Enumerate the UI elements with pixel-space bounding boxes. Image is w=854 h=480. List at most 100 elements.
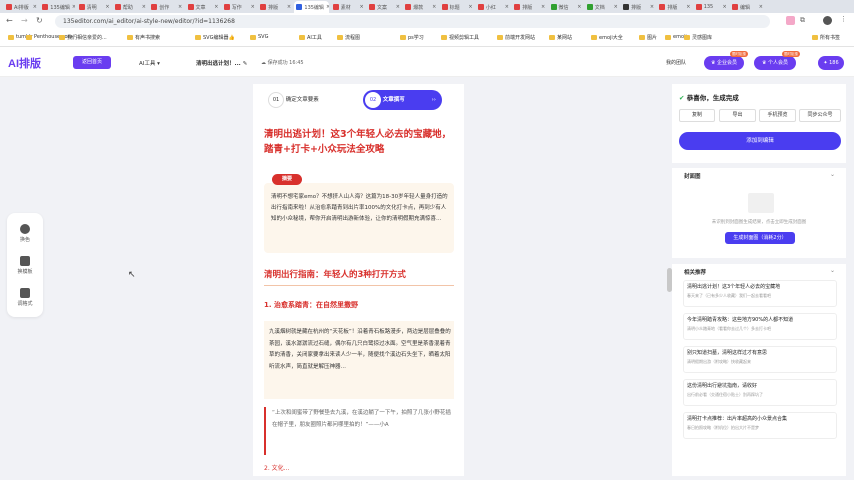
chevron-down-icon[interactable]: ⌄ <box>830 171 835 178</box>
quote-block[interactable]: “上次和闺蜜带了野餐垫去九溪，在溪边躺了一下午，拍照了几张小野花插在帽子里，朋友… <box>264 407 454 455</box>
chevron-down-icon[interactable]: ⌄ <box>830 267 835 274</box>
back-home-button[interactable]: 返回首页 <box>73 56 111 69</box>
browser-tab[interactable]: 排版 × <box>258 1 293 13</box>
browser-tab[interactable]: 帮助 × <box>113 1 148 13</box>
section-divider <box>264 285 454 286</box>
reload-icon[interactable]: ↻ <box>36 16 43 25</box>
sync-wechat-tab[interactable]: 同步公众号 <box>799 109 841 122</box>
next-heading[interactable]: 2. 文化… <box>264 463 290 472</box>
browser-tab[interactable]: Ai排版 × <box>4 1 39 13</box>
scrollbar[interactable] <box>667 268 672 292</box>
back-icon[interactable]: ← <box>6 16 13 25</box>
step-1[interactable]: 01 确定文章要素 <box>268 90 353 110</box>
browser-tab[interactable]: 排版 × <box>512 1 547 13</box>
related-card[interactable]: 这份清明出行避坑指南，请收好 出行前必看（交通住宿小贴士）别再踩坑了 <box>683 379 837 406</box>
tool-recolor[interactable]: 换色 <box>7 224 43 243</box>
close-icon[interactable]: × <box>105 4 111 10</box>
ai-tools-menu[interactable]: AI工具 ▾ <box>139 59 160 67</box>
browser-tab[interactable]: 135编辑 × <box>294 1 330 13</box>
sub-heading[interactable]: 1. 治愈系踏青：在自然里撒野 <box>264 300 358 310</box>
bookmark-item[interactable]: 有声书搜索 <box>127 34 160 41</box>
favicon-icon <box>732 4 738 10</box>
bookmark-item[interactable]: 我们相信亲爱的... <box>59 34 107 41</box>
bookmark-item[interactable]: SVG编辑器👍 <box>195 34 235 41</box>
close-icon[interactable]: × <box>326 4 329 10</box>
extension-icon[interactable] <box>786 16 795 25</box>
close-icon[interactable]: × <box>396 4 402 10</box>
browser-tab[interactable]: 素材 × <box>331 1 366 13</box>
doc-title[interactable]: 清明出逃计划！... ✎ <box>196 59 247 67</box>
add-to-editor-button[interactable]: 添加到编辑 <box>679 132 841 150</box>
close-icon[interactable]: × <box>178 4 184 10</box>
close-icon[interactable]: × <box>722 4 728 10</box>
copy-tab[interactable]: 复制 <box>679 109 715 122</box>
browser-tab[interactable]: 文档 × <box>585 1 620 13</box>
close-icon[interactable]: × <box>72 4 75 10</box>
bookmark-item[interactable]: SVG <box>250 34 268 40</box>
browser-tab[interactable]: 文案 × <box>367 1 402 13</box>
section-heading[interactable]: 清明出行指南：年轻人的3种打开方式 <box>264 268 456 280</box>
browser-tab[interactable]: 爆款 × <box>403 1 438 13</box>
browser-tab[interactable]: 微信 × <box>549 1 584 13</box>
related-card[interactable]: 清明出逃计划！这3个年轻人必去的宝藏地 春天来了（已有多少人收藏）我们一起去看看吧 <box>683 280 837 307</box>
app-logo[interactable]: AI排版 <box>8 55 41 71</box>
related-card[interactable]: 今年清明踏青攻略：这些地方90%的人都不知道 清明小众踏青地（看看你去过几个）多去… <box>683 313 837 340</box>
mobile-preview-tab[interactable]: 手机预览 <box>759 109 796 122</box>
menu-icon[interactable]: ⋮ <box>840 15 847 23</box>
close-icon[interactable]: × <box>142 4 148 10</box>
close-icon[interactable]: × <box>432 4 438 10</box>
browser-tab[interactable]: 文章 × <box>186 1 221 13</box>
close-icon[interactable]: × <box>359 4 365 10</box>
enterprise-member-button[interactable]: ♛ 企业会员 <box>704 56 744 70</box>
bookmark-item[interactable]: 流程图 <box>337 34 360 41</box>
close-icon[interactable]: × <box>287 4 293 10</box>
close-icon[interactable]: × <box>650 4 656 10</box>
bookmark-item[interactable]: 灵感图库 <box>684 34 712 41</box>
step-2[interactable]: 02 文章撰写 ›› <box>363 90 442 110</box>
close-icon[interactable]: × <box>614 4 620 10</box>
close-icon[interactable]: × <box>686 4 692 10</box>
browser-tab[interactable]: 创作 × <box>149 1 184 13</box>
related-card[interactable]: 清明打卡点推荐：出片率超高的小众景点合集 春日拍照攻略（附机位）拍出大片不是梦 <box>683 412 837 439</box>
browser-tab[interactable]: 写作 × <box>222 1 257 13</box>
close-icon[interactable]: × <box>541 4 547 10</box>
bookmark-item[interactable]: 某网站 <box>549 34 572 41</box>
tool-template[interactable]: 换模板 <box>7 256 43 275</box>
bookmark-item[interactable]: emoji大全 <box>591 34 623 41</box>
profile-avatar[interactable] <box>823 16 832 25</box>
close-icon[interactable]: × <box>33 4 39 10</box>
all-bookmarks[interactable]: 所有书签 <box>812 34 840 41</box>
close-icon[interactable]: × <box>251 4 257 10</box>
close-icon[interactable]: × <box>505 4 511 10</box>
close-icon[interactable]: × <box>577 4 583 10</box>
abstract-text[interactable]: 清明不想宅家emo？不想挤人山人海？这篇为18-30岁年轻人量身打造的出行指南来… <box>271 192 450 225</box>
related-card[interactable]: 别只知道扫墓，清明这样过才有意思 清明假期出游（附攻略）快收藏起来 <box>683 346 837 373</box>
browser-tab[interactable]: 标题 × <box>440 1 475 13</box>
coin-balance[interactable]: ✦ 186 <box>818 56 844 70</box>
paragraph-text[interactable]: 九溪烟树就是藏在杭州的“天花板”！沿着青石板路漫步，两边是层层叠叠的茶园，溪水潺… <box>269 327 452 373</box>
close-icon[interactable]: × <box>759 4 765 10</box>
article-title[interactable]: 清明出逃计划！这3个年轻人必去的宝藏地，踏青+打卡+小众玩法全攻略 <box>264 127 456 157</box>
my-team-link[interactable]: 我的团队 <box>666 59 686 66</box>
extensions-puzzle-icon[interactable]: ⧉ <box>800 16 805 25</box>
browser-tab[interactable]: 小红 × <box>476 1 511 13</box>
export-tab[interactable]: 导出 <box>719 109 756 122</box>
bookmark-item[interactable]: 前端开发网站 <box>497 34 535 41</box>
browser-tab[interactable]: 清明 × <box>77 1 112 13</box>
bookmark-item[interactable]: 视频剪辑工具 <box>441 34 479 41</box>
forward-icon[interactable]: → <box>21 16 28 25</box>
bookmark-item[interactable]: 图片 <box>639 34 657 41</box>
url-field[interactable]: 135editor.com/ai_editor/ai-style-new/edi… <box>55 15 770 28</box>
browser-tab[interactable]: 排版 × <box>657 1 692 13</box>
browser-tab[interactable]: 编辑 × <box>730 1 765 13</box>
browser-tab[interactable]: 135编辑 × <box>40 1 75 13</box>
close-icon[interactable]: × <box>214 4 220 10</box>
personal-member-button[interactable]: ♛ 个人会员 <box>754 56 796 70</box>
browser-tab[interactable]: 135 × <box>694 1 729 13</box>
close-icon[interactable]: × <box>468 4 474 10</box>
bookmark-item[interactable]: ps学习 <box>400 34 424 41</box>
browser-tab[interactable]: 排版 × <box>621 1 656 13</box>
generate-cover-button[interactable]: 生成封面图（消耗2分） <box>725 232 795 244</box>
bookmark-item[interactable]: AI工具 <box>299 34 322 41</box>
tool-format[interactable]: 调格式 <box>7 288 43 307</box>
